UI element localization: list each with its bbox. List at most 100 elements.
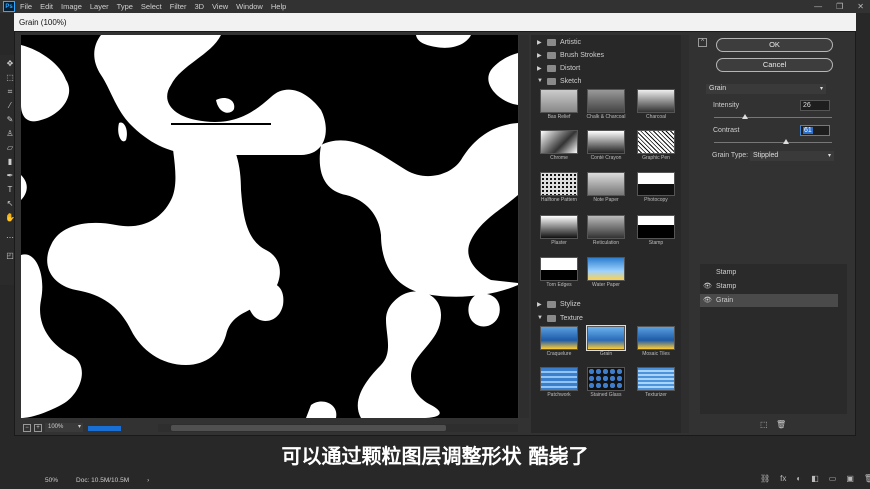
preview-vertical-scrollbar[interactable] (519, 35, 529, 418)
preview-image (21, 35, 518, 418)
menu-filter[interactable]: Filter (170, 2, 187, 11)
delete-effect-layer-icon[interactable]: 🗑 (776, 420, 786, 429)
effect-layer-row[interactable]: 👁 Stamp (700, 280, 838, 293)
collapse-gallery-icon[interactable]: ^ (698, 38, 707, 47)
zoom-select[interactable]: 100% ▾ (45, 423, 83, 432)
filter-thumb-halftone-pattern[interactable] (540, 172, 578, 196)
new-effect-layer-icon[interactable]: ⬚ (760, 420, 768, 429)
folder-distort[interactable]: ▶ Distort (537, 62, 580, 74)
filter-label: Mosaic Tiles (642, 351, 670, 357)
folder-icon (547, 51, 556, 59)
grain-type-select[interactable]: Stippled ▾ (750, 151, 834, 161)
dialog-title: Grain (100%) (14, 13, 856, 31)
filter-thumb-craquelure[interactable] (540, 326, 578, 350)
adjustment-layer-icon[interactable]: ◧ (811, 474, 819, 483)
menu-select[interactable]: Select (141, 2, 162, 11)
filter-thumb-patchwork[interactable] (540, 367, 578, 391)
zoom-controls: − + 100% ▾ (23, 423, 83, 432)
filter-thumb-reticulation[interactable] (587, 215, 625, 239)
folder-icon (547, 300, 556, 308)
filter-select[interactable]: Grain ▾ (706, 84, 826, 94)
filter-thumb-graphic-pen[interactable] (637, 130, 675, 154)
close-icon[interactable]: ✕ (857, 2, 864, 11)
zoom-out-button[interactable]: − (23, 423, 31, 432)
group-icon[interactable]: ▭ (829, 474, 837, 483)
status-doc-size: Doc: 10.5M/10.5M (76, 476, 130, 484)
contrast-slider[interactable] (714, 142, 832, 143)
menu-image[interactable]: Image (61, 2, 82, 11)
filter-label: Graphic Pen (642, 155, 670, 161)
status-zoom[interactable]: 50% (45, 477, 58, 484)
filter-thumb-plaster[interactable] (540, 215, 578, 239)
filter-thumb-texturizer[interactable] (637, 367, 675, 391)
filter-label: Stained Glass (590, 392, 622, 398)
filter-thumb-water-paper[interactable] (587, 257, 625, 281)
photoshop-logo: Ps (3, 1, 15, 12)
layer-mask-icon[interactable]: ◐ (796, 474, 801, 483)
menu-type[interactable]: Type (117, 2, 133, 11)
folder-brush-strokes[interactable]: ▶ Brush Strokes (537, 49, 604, 61)
eye-icon[interactable]: 👁 (703, 280, 712, 293)
ok-button[interactable]: OK (716, 38, 833, 52)
filter-thumb-grain[interactable] (586, 325, 626, 351)
menu-bar: Ps File Edit Image Layer Type Select Fil… (0, 0, 870, 13)
preview-canvas[interactable] (21, 35, 518, 418)
layer-style-icon[interactable]: fx (780, 474, 786, 483)
filter-thumb-torn-edges[interactable] (540, 257, 578, 281)
filter-thumb-conte-crayon[interactable] (587, 130, 625, 154)
menu-file[interactable]: File (20, 2, 32, 11)
filter-label: Texturizer (645, 392, 667, 398)
menu-help[interactable]: Help (271, 2, 286, 11)
contrast-label: Contrast (713, 127, 740, 134)
menu-window[interactable]: Window (236, 2, 263, 11)
status-arrow-icon[interactable]: › (147, 477, 149, 484)
filter-label: Bas Relief (547, 114, 571, 120)
folder-icon (547, 38, 556, 46)
filter-label: Torn Edges (546, 282, 572, 288)
effect-layer-row[interactable]: Stamp (700, 266, 838, 279)
filter-thumb-note-paper[interactable] (587, 172, 625, 196)
trash-icon[interactable]: 🗑 (864, 474, 870, 483)
filter-label: Chalk & Charcoal (586, 114, 626, 120)
filter-label: Stamp (648, 240, 664, 246)
progress-bar (88, 426, 121, 431)
menu-layer[interactable]: Layer (90, 2, 109, 11)
filter-thumb-chalk-charcoal[interactable] (587, 89, 625, 113)
preview-scroll-thumb[interactable] (171, 425, 446, 431)
cancel-button[interactable]: Cancel (716, 58, 833, 72)
menu-3d[interactable]: 3D (194, 2, 204, 11)
intensity-input[interactable]: 26 (800, 100, 830, 111)
filter-thumb-stamp[interactable] (637, 215, 675, 239)
layers-panel-toolbar: ⛓ fx ◐ ◧ ▭ ▣ 🗑 (760, 474, 870, 483)
intensity-slider[interactable] (714, 117, 832, 118)
filter-thumb-bas-relief[interactable] (540, 89, 578, 113)
filter-thumb-stained-glass[interactable] (587, 367, 625, 391)
link-layers-icon[interactable]: ⛓ (760, 474, 770, 483)
filter-thumb-mosaic-tiles[interactable] (637, 326, 675, 350)
intensity-slider-knob[interactable] (741, 114, 748, 119)
effect-layer-row[interactable]: 👁 Grain (700, 294, 838, 307)
folder-artistic[interactable]: ▶ Artistic (537, 36, 581, 48)
filter-label: Craquelure (546, 351, 572, 357)
filter-label: Patchwork (547, 392, 571, 398)
minimize-icon[interactable]: — (814, 2, 822, 11)
filter-thumb-charcoal[interactable] (637, 89, 675, 113)
menu-edit[interactable]: Edit (40, 2, 53, 11)
zoom-in-button[interactable]: + (34, 423, 42, 432)
subtitle-caption: 可以通过颗粒图层调整形状 酷毙了 (281, 444, 589, 468)
filter-thumb-photocopy[interactable] (637, 172, 675, 196)
folder-sketch[interactable]: ▼ Sketch (537, 75, 581, 87)
new-layer-icon[interactable]: ▣ (846, 474, 854, 483)
filter-gallery: ▶ Artistic ▶ Brush Strokes ▶ Distort ▼ Sketc… (531, 35, 681, 433)
folder-icon (547, 314, 556, 322)
filter-label: Water Paper (592, 282, 620, 288)
eye-icon[interactable]: 👁 (703, 294, 712, 307)
contrast-slider-knob[interactable] (782, 139, 789, 144)
gallery-scrollbar[interactable] (681, 35, 689, 433)
folder-stylize[interactable]: ▶ Stylize (537, 298, 581, 310)
contrast-input[interactable]: 61 (800, 125, 830, 136)
filter-thumb-chrome[interactable] (540, 130, 578, 154)
restore-icon[interactable]: ❐ (836, 2, 843, 11)
folder-texture[interactable]: ▼ Texture (537, 312, 583, 324)
menu-view[interactable]: View (212, 2, 228, 11)
